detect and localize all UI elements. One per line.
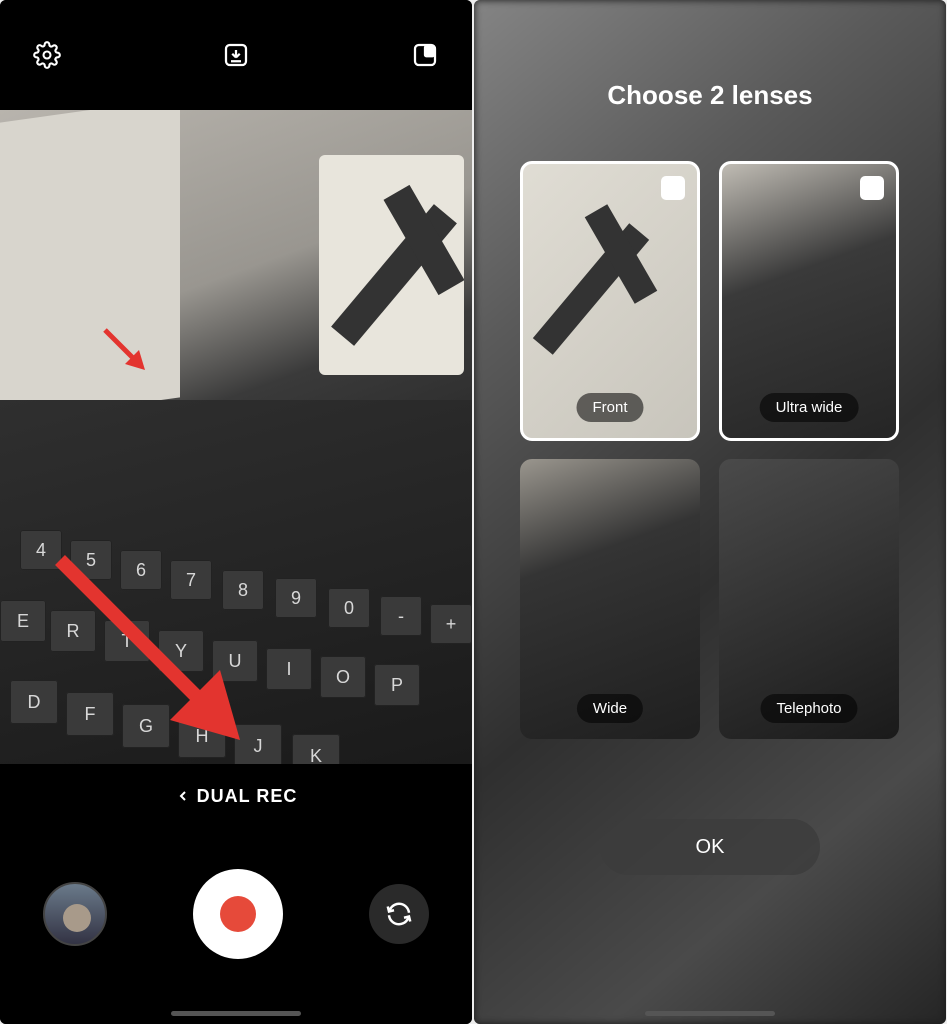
camera-topbar <box>0 0 472 110</box>
home-indicator <box>645 1011 775 1016</box>
camera-bottom-bar <box>0 824 472 1024</box>
download-icon[interactable] <box>214 33 258 77</box>
lens-option-telephoto[interactable]: Telephoto <box>719 459 899 739</box>
lens-picker-screen: Choose 2 lenses Front Ultra wide Wide Te… <box>474 0 946 1024</box>
lens-label: Front <box>576 393 643 422</box>
lens-option-front[interactable]: Front <box>520 161 700 441</box>
annotation-arrow-icon <box>40 540 270 764</box>
home-indicator <box>171 1011 301 1016</box>
mode-selector[interactable]: DUAL REC <box>0 768 472 824</box>
annotation-arrow-icon <box>95 320 155 380</box>
pip-preview[interactable] <box>319 155 464 375</box>
camera-app-screen: 4 5 6 7 8 9 0 - + E R T Y U I O P D F G <box>0 0 472 1024</box>
gallery-thumbnail[interactable] <box>43 882 107 946</box>
lens-label: Telephoto <box>760 694 857 723</box>
dialog-title: Choose 2 lenses <box>607 80 812 111</box>
checkbox-icon <box>661 176 685 200</box>
lens-label: Ultra wide <box>760 393 859 422</box>
record-button[interactable] <box>193 869 283 959</box>
mode-label: DUAL REC <box>175 786 298 807</box>
pip-layout-icon[interactable] <box>403 33 447 77</box>
lens-grid: Front Ultra wide Wide Telephoto <box>520 161 900 739</box>
lens-option-wide[interactable]: Wide <box>520 459 700 739</box>
checkbox-icon <box>860 176 884 200</box>
ok-button[interactable]: OK <box>600 819 820 875</box>
lens-option-ultrawide[interactable]: Ultra wide <box>719 161 899 441</box>
gear-icon[interactable] <box>25 33 69 77</box>
lens-label: Wide <box>577 694 643 723</box>
switch-camera-button[interactable] <box>369 884 429 944</box>
